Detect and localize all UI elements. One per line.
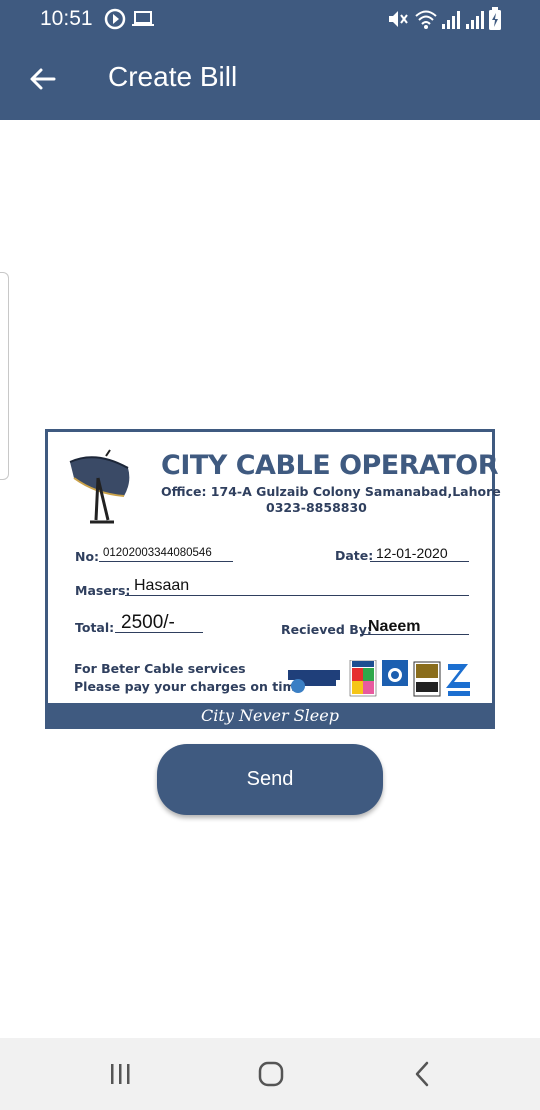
signal-icon bbox=[466, 11, 484, 29]
system-nav-bar bbox=[0, 1038, 540, 1110]
send-button[interactable]: Send bbox=[157, 744, 383, 815]
zee-tv-logo bbox=[446, 664, 470, 696]
recent-apps-icon[interactable] bbox=[102, 1056, 138, 1092]
masers-underline bbox=[125, 595, 469, 596]
geo-news-logo bbox=[382, 660, 408, 698]
hum-logo bbox=[349, 660, 377, 697]
status-time: 10:51 bbox=[40, 7, 93, 30]
back-nav-icon[interactable] bbox=[405, 1056, 441, 1092]
b-circle-icon bbox=[104, 8, 126, 30]
date-underline bbox=[370, 561, 469, 562]
page-title: Create Bill bbox=[108, 61, 238, 92]
office-address: Office: 174-A Gulzaib Colony Samanabad,L… bbox=[161, 484, 501, 499]
date-value: 12-01-2020 bbox=[376, 545, 448, 561]
company-name: CITY CABLE OPERATOR bbox=[161, 450, 499, 481]
status-bar: 10:51 bbox=[0, 0, 540, 37]
phone-number: 0323-8858830 bbox=[266, 500, 367, 515]
signal-icon bbox=[442, 11, 460, 29]
date-label: Date: bbox=[335, 548, 374, 563]
no-underline bbox=[99, 561, 233, 562]
total-label: Total: bbox=[75, 620, 115, 635]
ary-digital-logo bbox=[413, 661, 441, 697]
discovery-logo bbox=[286, 668, 342, 693]
battery-icon bbox=[489, 7, 501, 30]
footer-line-1: For Beter Cable services bbox=[74, 661, 246, 676]
edge-panel-handle[interactable] bbox=[0, 272, 9, 480]
received-by-label: Recieved By: bbox=[281, 622, 372, 637]
masers-value: Hasaan bbox=[134, 577, 190, 594]
home-icon[interactable] bbox=[253, 1056, 289, 1092]
mute-icon bbox=[389, 11, 408, 27]
satellite-dish-icon bbox=[69, 449, 130, 524]
no-value: 01202003344080546 bbox=[103, 547, 212, 559]
masers-label: Masers: bbox=[75, 583, 131, 598]
wifi-icon bbox=[415, 10, 437, 29]
laptop-icon bbox=[132, 11, 154, 26]
arrow-left-icon[interactable] bbox=[24, 57, 64, 101]
total-value: 2500/- bbox=[121, 612, 175, 633]
bill-tagline: City Never Sleep bbox=[48, 703, 492, 729]
footer-line-2: Please pay your charges on time bbox=[74, 679, 305, 694]
bill-card: CITY CABLE OPERATOR Office: 174-A Gulzai… bbox=[45, 429, 501, 729]
received-by-value: Naeem bbox=[368, 618, 421, 635]
no-label: No: bbox=[75, 549, 100, 564]
app-bar: Create Bill bbox=[0, 37, 540, 120]
channel-logos bbox=[286, 660, 470, 698]
